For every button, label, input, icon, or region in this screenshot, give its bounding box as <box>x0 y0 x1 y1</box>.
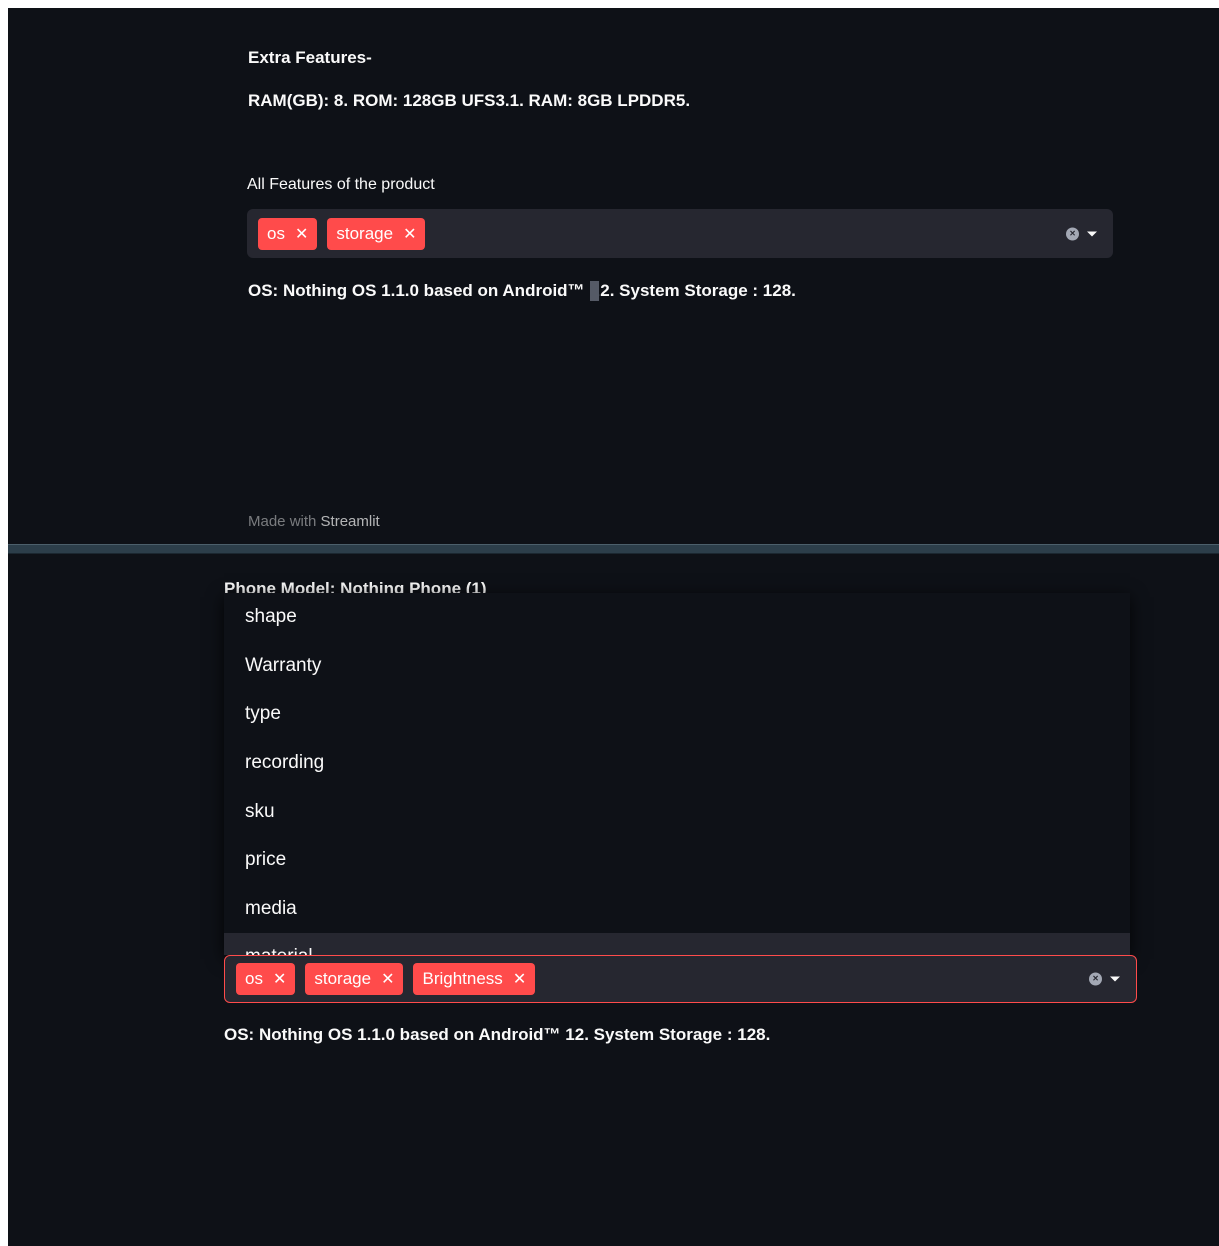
top-app-panel: Extra Features- RAM(GB): 8. ROM: 128GB U… <box>8 8 1219 544</box>
clear-circle-icon[interactable]: × <box>1089 972 1102 986</box>
caret-down-icon[interactable] <box>1110 976 1120 982</box>
close-icon[interactable]: ✕ <box>295 224 308 244</box>
tag-os: os ✕ <box>258 217 318 250</box>
bottom-app-panel: Phone Model: Nothing Phone (1) shape War… <box>8 554 1219 1246</box>
dropdown-option[interactable]: price <box>224 836 1130 885</box>
close-icon[interactable]: ✕ <box>403 224 416 244</box>
footer-brand-link[interactable]: Streamlit <box>321 513 380 530</box>
multiselect-label: All Features of the product <box>247 176 435 193</box>
dropdown-option-highlighted[interactable]: material <box>224 933 1130 955</box>
features-multiselect[interactable]: os ✕ storage ✕ × <box>247 209 1113 258</box>
tag-storage: storage ✕ <box>305 963 404 995</box>
tag-label: storage <box>336 223 394 243</box>
clear-circle-icon[interactable]: × <box>1066 227 1079 240</box>
dropdown-option[interactable]: type <box>224 690 1130 739</box>
close-icon[interactable]: ✕ <box>381 969 394 989</box>
result-text-part: OS: Nothing OS 1.1.0 based on Android™ <box>248 281 590 300</box>
extra-features-text: RAM(GB): 8. ROM: 128GB UFS3.1. RAM: 8GB … <box>248 91 691 110</box>
close-icon[interactable]: ✕ <box>273 969 286 989</box>
footer: Made with Streamlit <box>248 513 380 530</box>
extra-features-heading: Extra Features- <box>248 48 372 67</box>
feature-result-text: OS: Nothing OS 1.1.0 based on Android™ 1… <box>248 281 796 301</box>
tag-label: storage <box>314 969 372 988</box>
tag-os: os ✕ <box>236 963 296 995</box>
dropdown-option[interactable]: recording <box>224 739 1130 788</box>
feature-result-text: OS: Nothing OS 1.1.0 based on Android™ 1… <box>224 1025 771 1044</box>
dropdown-option[interactable]: media <box>224 885 1130 934</box>
footer-prefix: Made with <box>248 513 317 530</box>
screenshot-divider <box>8 544 1219 554</box>
select-controls: × <box>1066 227 1097 240</box>
text-cursor: 1 <box>590 281 600 301</box>
close-icon[interactable]: ✕ <box>513 969 526 989</box>
tag-storage: storage ✕ <box>327 217 426 250</box>
tag-label: os <box>267 223 285 243</box>
dropdown-option[interactable]: shape <box>224 593 1130 642</box>
result-text-part: 2. System Storage : 128. <box>600 281 796 300</box>
tag-label: os <box>245 969 263 988</box>
dropdown-option[interactable]: sku <box>224 787 1130 836</box>
features-dropdown-menu[interactable]: shape Warranty type recording sku price … <box>224 593 1130 955</box>
tag-label: Brightness <box>422 969 503 988</box>
caret-down-icon[interactable] <box>1087 231 1097 236</box>
tag-brightness: Brightness ✕ <box>413 963 536 995</box>
select-controls: × <box>1089 972 1120 986</box>
features-multiselect-focused[interactable]: os ✕ storage ✕ Brightness ✕ × <box>224 955 1137 1003</box>
dropdown-option[interactable]: Warranty <box>224 642 1130 691</box>
